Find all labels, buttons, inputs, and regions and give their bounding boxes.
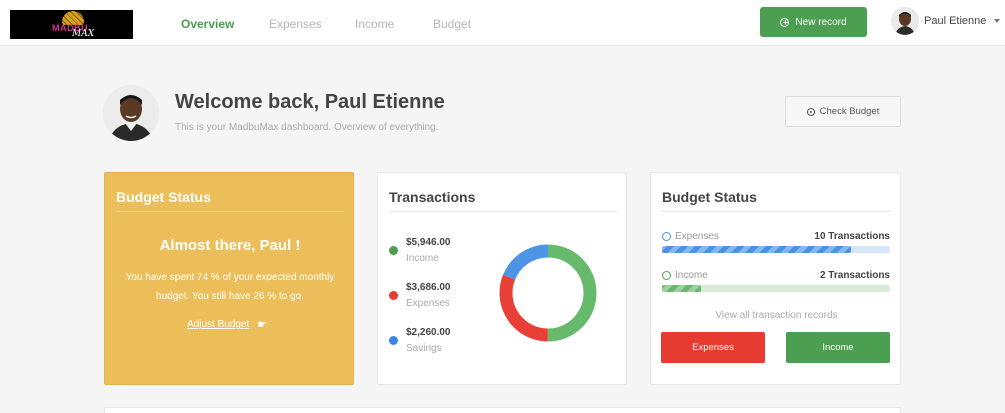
user-menu[interactable]: Paul Etienne [891, 6, 1001, 36]
check-budget-label: Check Budget [819, 106, 880, 117]
legend-amount: $3,686.00 [406, 282, 451, 293]
income-progress-bar [662, 285, 890, 292]
legend-item-income: $5,946.00 Income [389, 237, 489, 269]
legend-amount: $2,260.00 [406, 327, 451, 338]
budget-headline: Almost there, Paul ! [159, 237, 301, 254]
target-icon [806, 107, 815, 116]
card-title: Transactions [389, 189, 476, 205]
progress-count: 2 Transactions [819, 270, 890, 281]
check-budget-button[interactable]: Check Budget [785, 96, 901, 127]
progress-label: Income [675, 270, 708, 281]
progress-count: 10 Transactions [814, 231, 890, 242]
profile-avatar [103, 85, 159, 141]
legend-label: Income [406, 253, 439, 264]
budget-status-card: Budget Status Expenses 10 Transactions I… [650, 172, 901, 385]
new-record-button[interactable]: New record [760, 7, 867, 37]
progress-fill [662, 285, 701, 292]
expenses-button[interactable]: Expenses [661, 332, 765, 363]
adjust-budget-label: Adjust Budget [187, 319, 250, 330]
progress-fill [662, 246, 852, 253]
tab-budget[interactable]: Budget [433, 17, 471, 31]
legend-amount: $5,946.00 [406, 237, 451, 248]
card-title: Budget Status [662, 189, 757, 205]
expenses-dot-icon [389, 291, 398, 300]
card-title: Budget Status [116, 189, 211, 205]
income-progress-row: Income 2 Transactions [662, 270, 890, 294]
divider [662, 211, 890, 212]
pointing-hand-icon: ☛ [257, 319, 268, 331]
next-section-card [104, 407, 901, 413]
adjust-budget-link[interactable]: Adjust Budget ☛ [187, 318, 267, 331]
user-name: Paul Etienne [924, 15, 987, 27]
transactions-donut-chart [499, 244, 597, 342]
legend-label: Expenses [406, 298, 450, 309]
divider [389, 211, 617, 212]
budget-status-alert-card: Budget Status Almost there, Paul ! You h… [104, 172, 354, 385]
logo-text-line2: MAX [72, 29, 95, 39]
page-title: Welcome back, Paul Etienne [175, 91, 445, 113]
income-ring-icon [662, 271, 671, 280]
top-navbar: MADBU MAX Overview Expenses Income Budge… [0, 0, 1005, 46]
budget-message: You have spent 74 % of your expected mon… [125, 272, 335, 302]
legend-item-expenses: $3,686.00 Expenses [389, 282, 489, 314]
expenses-progress-bar [662, 246, 890, 253]
expenses-progress-row: Expenses 10 Transactions [662, 231, 890, 255]
page-subtitle: This is your MadbuMax dashboard. Overvie… [175, 122, 439, 133]
legend-label: Savings [406, 343, 442, 354]
plus-circle-icon [780, 17, 790, 27]
avatar [891, 7, 919, 35]
tab-income[interactable]: Income [355, 17, 394, 31]
divider [116, 211, 344, 212]
savings-dot-icon [389, 336, 398, 345]
expenses-ring-icon [662, 232, 671, 241]
view-all-records-link[interactable]: View all transaction records [651, 310, 902, 321]
caret-down-icon [994, 19, 1001, 23]
madbumax-logo[interactable]: MADBU MAX [10, 10, 133, 39]
transactions-card: Transactions $5,946.00 Income $3,686.00 … [377, 172, 627, 385]
legend-item-savings: $2,260.00 Savings [389, 327, 489, 359]
income-button[interactable]: Income [786, 332, 890, 363]
income-dot-icon [389, 246, 398, 255]
progress-label: Expenses [675, 231, 719, 242]
tab-overview[interactable]: Overview [181, 17, 234, 31]
tab-expenses[interactable]: Expenses [269, 17, 322, 31]
new-record-label: New record [795, 16, 847, 28]
